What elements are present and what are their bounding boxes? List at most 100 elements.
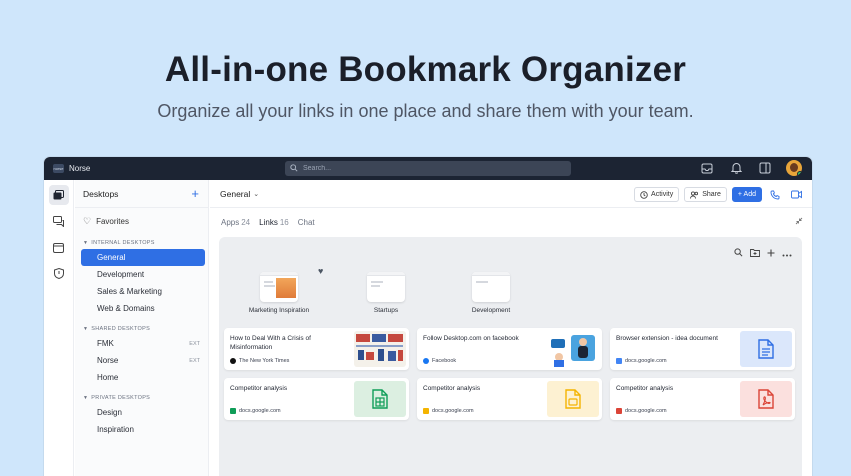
ext-badge: EXT	[189, 357, 200, 364]
sidebar-item-inspiration[interactable]: Inspiration	[81, 421, 205, 438]
video-icon[interactable]	[788, 187, 804, 202]
folder-marketing-inspiration[interactable]: Marketing Inspiration	[236, 272, 322, 314]
link-source: docs.google.com	[423, 408, 474, 414]
plus-icon[interactable]	[767, 244, 775, 262]
more-icon[interactable]	[782, 244, 792, 262]
sidebar-item-fmk[interactable]: FMK EXT	[81, 335, 205, 352]
tab-apps[interactable]: Apps 24	[221, 218, 250, 227]
nyt-icon	[230, 358, 236, 364]
hero-subtitle: Organize all your links in one place and…	[157, 101, 694, 121]
google-slides-icon	[423, 408, 429, 414]
desktops-sidebar: Desktops + ♡ Favorites ▼ INTERNAL DESKTOP…	[75, 180, 209, 476]
main-panel: General ⌄ Activity Share + Add Apps 24 L…	[210, 180, 812, 476]
collapse-icon[interactable]	[795, 217, 803, 227]
links-canvas: Marketing Inspiration ♥ Startups Develop…	[219, 237, 802, 476]
tab-chat[interactable]: Chat	[298, 218, 315, 227]
shield-icon[interactable]	[49, 263, 69, 283]
sidebar-item-sales-marketing[interactable]: Sales & Marketing	[81, 283, 205, 300]
search-icon	[290, 163, 300, 174]
main-header: General ⌄ Activity Share + Add	[210, 180, 812, 208]
link-card[interactable]: Competitor analysis docs.google.com	[610, 378, 795, 420]
sidebar-item-norse[interactable]: Norse EXT	[81, 352, 205, 369]
link-title: Follow Desktop.com on facebook	[423, 335, 519, 342]
heart-icon: ♡	[83, 215, 92, 226]
facebook-icon	[423, 358, 429, 364]
brand-name: Norse	[69, 164, 91, 173]
google-sheets-icon	[230, 408, 236, 414]
caret-down-icon: ▼	[83, 326, 89, 332]
folder-preview	[260, 272, 298, 302]
folder-startups[interactable]: Startups	[346, 272, 426, 314]
folder-thumbnail	[276, 278, 296, 298]
icon-rail	[44, 180, 74, 476]
pdf-thumbnail	[740, 381, 792, 417]
chevron-down-icon: ⌄	[253, 190, 260, 198]
section-shared-desktops[interactable]: ▼ SHARED DESKTOPS	[83, 326, 208, 332]
panel-icon[interactable]	[757, 160, 773, 176]
link-card[interactable]: Follow Desktop.com on facebook Facebook	[417, 328, 602, 370]
online-status-dot	[797, 171, 802, 176]
add-desktop-button[interactable]: +	[191, 187, 199, 200]
inbox-icon[interactable]	[699, 160, 715, 176]
bell-icon[interactable]	[728, 160, 744, 176]
share-button[interactable]: Share	[684, 187, 727, 202]
users-icon	[690, 190, 699, 199]
link-card[interactable]: Competitor analysis docs.google.com	[417, 378, 602, 420]
sidebar-item-home[interactable]: Home	[81, 369, 205, 386]
top-bar: norse Norse	[44, 157, 812, 180]
folder-label: Marketing Inspiration	[248, 307, 310, 314]
hero-title: All-in-one Bookmark Organizer	[164, 50, 687, 89]
desktop-title-dropdown[interactable]: General ⌄	[220, 189, 259, 199]
sidebar-item-web-domains[interactable]: Web & Domains	[81, 300, 205, 317]
folder-development[interactable]: Development	[451, 272, 531, 314]
link-source: docs.google.com	[230, 408, 281, 414]
google-docs-icon	[616, 358, 622, 364]
section-internal-desktops[interactable]: ▼ INTERNAL DESKTOPS	[83, 240, 208, 246]
sidebar-item-development[interactable]: Development	[81, 266, 205, 283]
avatar[interactable]	[786, 160, 802, 176]
favorites-label: Favorites	[96, 216, 129, 226]
slides-thumbnail	[547, 381, 599, 417]
link-card[interactable]: How to Deal With a Crisis of Misinformat…	[224, 328, 409, 370]
sidebar-header: Desktops +	[75, 180, 208, 208]
link-source: docs.google.com	[616, 408, 667, 414]
link-source: Facebook	[423, 358, 456, 364]
link-title: How to Deal With a Crisis of Misinformat…	[230, 335, 311, 351]
search-input[interactable]	[303, 165, 543, 172]
app-window: norse Norse Search... Desktops + ♡ Favor…	[44, 157, 812, 476]
folder-preview	[472, 272, 510, 302]
brand[interactable]: norse Norse	[53, 164, 90, 173]
activity-button[interactable]: Activity	[634, 187, 680, 202]
search-icon[interactable]	[734, 244, 743, 262]
link-source: The New York Times	[230, 358, 289, 364]
calendar-icon[interactable]	[49, 237, 69, 257]
chat-icon[interactable]	[49, 211, 69, 231]
clock-icon	[640, 190, 648, 199]
phone-icon[interactable]	[767, 187, 783, 202]
section-private-desktops[interactable]: ▼ PRIVATE DESKTOPS	[83, 395, 208, 401]
folder-label: Development	[471, 307, 511, 314]
folder-label: Startups	[373, 307, 399, 314]
sidebar-title: Desktops	[83, 188, 119, 199]
tabs-bar: Apps 24 Links 16 Chat	[210, 208, 812, 236]
link-card[interactable]: Browser extension - idea document docs.g…	[610, 328, 795, 370]
sidebar-item-design[interactable]: Design	[81, 404, 205, 421]
brand-logo: norse	[53, 164, 64, 173]
link-title: Competitor analysis	[230, 385, 288, 392]
heart-filled-icon[interactable]: ♥	[318, 266, 323, 276]
caret-down-icon: ▼	[83, 395, 89, 401]
sidebar-item-general[interactable]: General	[81, 249, 205, 266]
news-thumbnail	[354, 331, 406, 367]
add-button[interactable]: + Add	[731, 187, 762, 202]
desktops-icon[interactable]	[48, 185, 69, 205]
link-title: Browser extension - idea document	[616, 335, 718, 342]
link-card[interactable]: Competitor analysis docs.google.com	[224, 378, 409, 420]
caret-down-icon: ▼	[83, 240, 89, 246]
link-title: Competitor analysis	[423, 385, 481, 392]
search-bar[interactable]	[285, 161, 571, 176]
tab-links[interactable]: Links 16	[259, 218, 289, 227]
favorites-item[interactable]: ♡ Favorites	[75, 208, 208, 234]
folder-add-icon[interactable]	[750, 244, 760, 262]
folder-preview	[367, 272, 405, 302]
link-title: Competitor analysis	[616, 385, 674, 392]
